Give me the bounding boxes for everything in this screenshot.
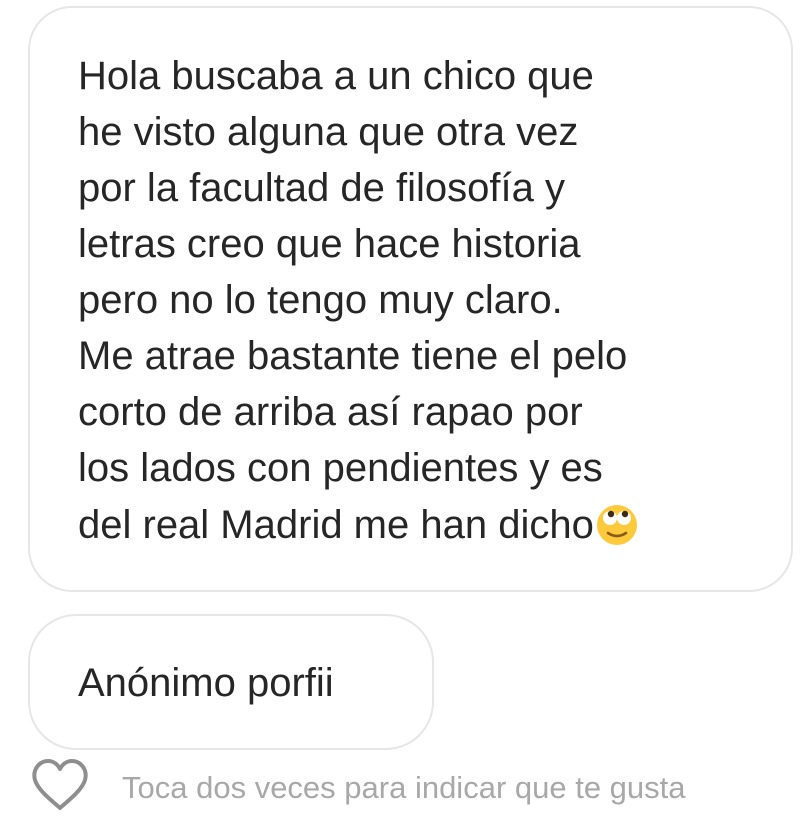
message-line: pero no lo tengo muy claro. bbox=[78, 278, 563, 322]
message-text: Anónimo porfii bbox=[78, 661, 334, 705]
message-bubble[interactable]: Hola buscaba a un chico que he visto alg… bbox=[28, 6, 793, 592]
message-line: por la facultad de filosofía y bbox=[78, 166, 565, 210]
message-line-text: del real Madrid me han dicho bbox=[78, 503, 594, 547]
message-line: los lados con pendientes y es bbox=[78, 446, 603, 490]
message-line-last: del real Madrid me han dicho bbox=[78, 504, 638, 553]
reply-footer: Toca dos veces para indicar que te gusta bbox=[0, 756, 811, 811]
message-line: Hola buscaba a un chico que bbox=[78, 54, 594, 98]
message-line: Me atrae bastante tiene el pelo bbox=[78, 334, 628, 378]
face-with-rolling-eyes-icon bbox=[596, 504, 638, 553]
message-line: letras creo que hace historia bbox=[78, 222, 581, 266]
message-bubble[interactable]: Anónimo porfii bbox=[28, 614, 434, 750]
heart-outline-icon[interactable] bbox=[30, 758, 90, 812]
message-line: corto de arriba así rapao por bbox=[78, 390, 583, 434]
like-hint: Toca dos veces para indicar que te gusta bbox=[122, 770, 686, 805]
message-line: he visto alguna que otra vez bbox=[78, 110, 579, 154]
